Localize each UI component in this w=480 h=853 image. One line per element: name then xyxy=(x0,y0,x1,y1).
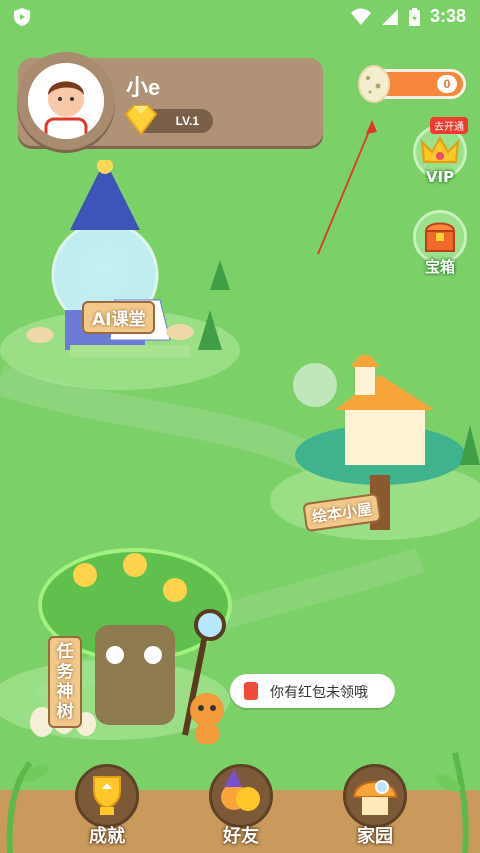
achievements-button-bg xyxy=(75,764,139,828)
status-time: 3:38 xyxy=(429,6,466,26)
ai-classroom-building[interactable] xyxy=(10,160,230,390)
home-label: 家园 xyxy=(357,826,393,847)
status-bar: 3:38 xyxy=(0,0,480,34)
red-packet-notice-text: 你有红包未领哦 xyxy=(270,685,368,701)
nav-friends[interactable]: 好友 xyxy=(206,764,276,850)
egg-icon xyxy=(358,65,390,103)
boy-avatar-icon xyxy=(28,63,104,139)
signal-icon xyxy=(381,8,398,25)
avatar[interactable] xyxy=(28,63,104,139)
friends-icon xyxy=(221,769,260,811)
ai-class-sign[interactable]: AI课堂 xyxy=(82,301,156,334)
wifi-icon xyxy=(350,8,371,25)
treasure-chest-icon xyxy=(424,222,456,252)
treasure-label: 宝箱 xyxy=(424,258,455,276)
friends-label: 好友 xyxy=(223,826,259,847)
egg-count: 0 xyxy=(437,75,457,93)
diamond-icon xyxy=(124,105,158,136)
achievements-label: 成就 xyxy=(89,826,125,847)
vip-label: VIP xyxy=(425,168,455,186)
task-tree-sign[interactable]: 任务神树 xyxy=(48,636,82,728)
bear-mascot[interactable] xyxy=(185,690,229,746)
friends-button-bg xyxy=(209,764,273,828)
red-envelope-icon xyxy=(244,682,258,700)
username: 小e xyxy=(126,75,161,100)
mushroom-house-icon xyxy=(352,780,398,815)
red-packet-notice[interactable]: 你有红包未领哦 xyxy=(230,674,395,708)
shield-icon xyxy=(14,8,30,26)
vip-activate-badge: 去开通 xyxy=(430,117,468,134)
nav-home[interactable]: 家园 xyxy=(340,764,410,850)
battery-icon xyxy=(408,7,420,26)
home-button-bg xyxy=(343,764,407,828)
nav-achievements[interactable]: 成就 xyxy=(72,764,142,850)
trophy-icon xyxy=(93,776,121,815)
